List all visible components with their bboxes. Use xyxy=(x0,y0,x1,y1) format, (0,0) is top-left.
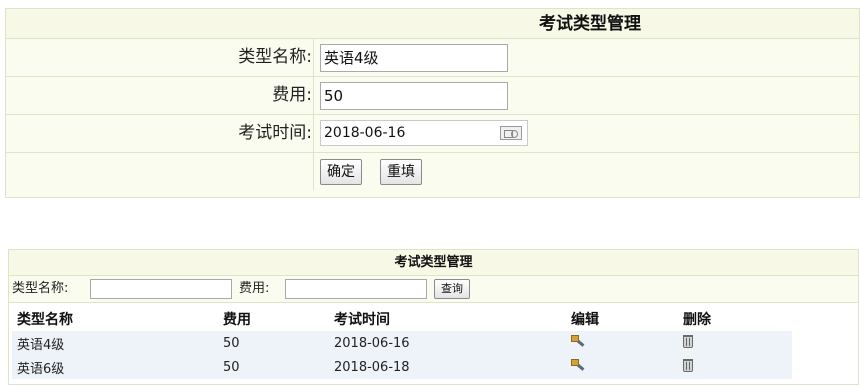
col-exam-date: 考试时间 xyxy=(329,307,566,331)
exam-date-label: 考试时间: xyxy=(238,123,312,143)
col-type-name: 类型名称 xyxy=(12,307,218,331)
cell-exam-date: 2018-06-18 xyxy=(329,355,566,379)
col-delete: 删除 xyxy=(678,307,792,331)
table-row: 英语4级 50 2018-06-16 xyxy=(12,331,792,355)
form-row-fee: 费用: 50 xyxy=(6,77,859,115)
exam-type-list: 考试类型管理 类型名称: 费用: 查询 类型名称 费用 考试时间 编辑 删除 英… xyxy=(8,249,859,385)
form-row-date: 考试时间: 2018-06-16 xyxy=(6,115,859,153)
table-header-row: 类型名称 费用 考试时间 编辑 删除 xyxy=(12,307,792,331)
exam-date-value: 2018-06-16 xyxy=(324,125,406,141)
table-row: 英语6级 50 2018-06-18 xyxy=(12,355,792,379)
cell-fee: 50 xyxy=(218,355,329,379)
cell-fee: 50 xyxy=(218,331,329,355)
calendar-icon[interactable] xyxy=(500,126,522,140)
search-name-label: 类型名称: xyxy=(12,281,69,296)
exam-type-table: 类型名称 费用 考试时间 编辑 删除 英语4级 50 2018-06-16 英语… xyxy=(12,307,792,379)
exam-type-form: 考试类型管理 类型名称: 英语4级 费用: 50 考试时间: 2018-06-1… xyxy=(5,8,860,198)
type-name-input[interactable]: 英语4级 xyxy=(320,44,508,72)
search-bar: 类型名称: 费用: 查询 xyxy=(9,276,858,303)
fee-input[interactable]: 50 xyxy=(320,82,508,110)
search-fee-input[interactable] xyxy=(285,279,427,299)
cell-exam-date: 2018-06-16 xyxy=(329,331,566,355)
trash-icon[interactable] xyxy=(683,358,693,372)
form-row-name: 类型名称: 英语4级 xyxy=(6,39,859,77)
cell-type-name: 英语6级 xyxy=(12,355,218,379)
edit-icon[interactable] xyxy=(571,334,585,348)
search-fee-label: 费用: xyxy=(239,281,270,296)
edit-icon[interactable] xyxy=(571,358,585,372)
type-name-label: 类型名称: xyxy=(238,47,312,67)
cell-type-name: 英语4级 xyxy=(12,331,218,355)
form-row-actions: 确定 重填 xyxy=(6,153,859,190)
search-name-input[interactable] xyxy=(90,279,232,299)
confirm-button[interactable]: 确定 xyxy=(320,159,362,185)
form-title: 考试类型管理 xyxy=(539,14,641,34)
exam-date-input[interactable]: 2018-06-16 xyxy=(320,120,528,146)
reset-button[interactable]: 重填 xyxy=(380,159,422,185)
form-title-bar: 考试类型管理 xyxy=(6,9,859,39)
search-button[interactable]: 查询 xyxy=(434,279,470,299)
col-fee: 费用 xyxy=(218,307,329,331)
list-title: 考试类型管理 xyxy=(9,250,858,276)
trash-icon[interactable] xyxy=(683,334,693,348)
fee-label: 费用: xyxy=(272,85,312,105)
col-edit: 编辑 xyxy=(566,307,678,331)
